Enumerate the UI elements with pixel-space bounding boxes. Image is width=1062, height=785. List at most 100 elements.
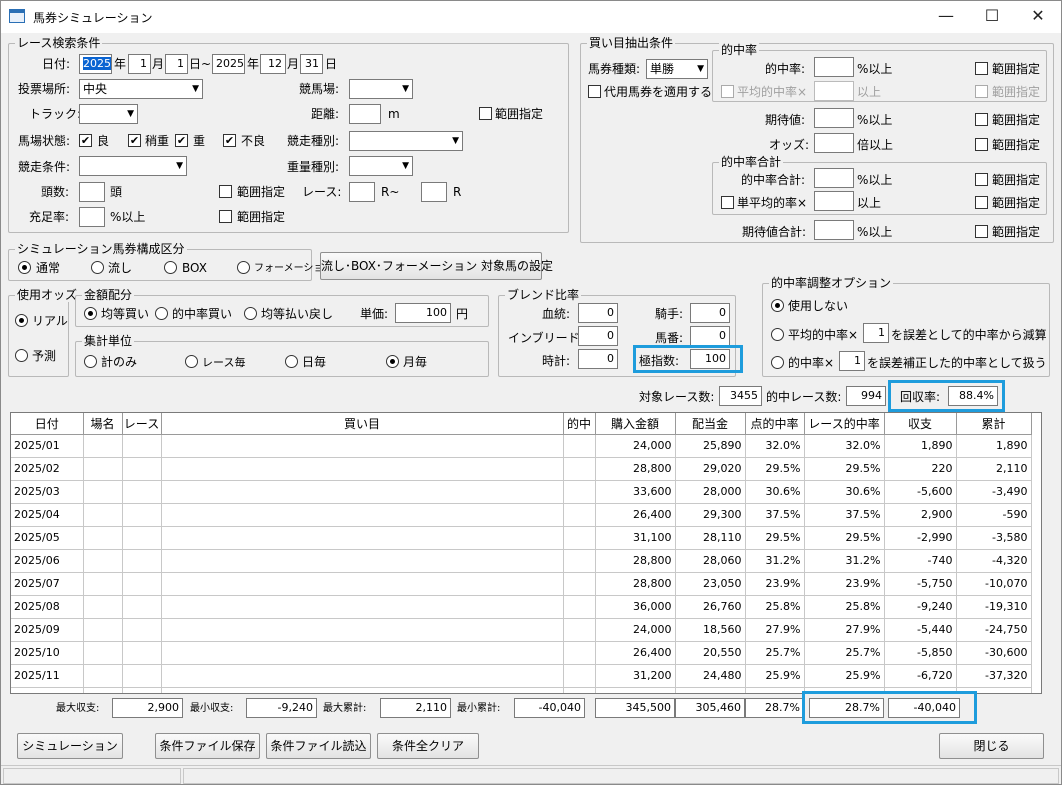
fill-rate-input[interactable] xyxy=(79,207,105,227)
odds-input[interactable] xyxy=(814,133,854,153)
expected-total-input[interactable] xyxy=(814,220,854,240)
cond-good-checkbox[interactable]: ✔ xyxy=(79,134,92,147)
cond-bad-checkbox[interactable]: ✔ xyxy=(223,134,236,147)
sim-normal-radio[interactable] xyxy=(18,261,31,274)
adjust-correct-radio[interactable] xyxy=(771,356,784,369)
column-header[interactable]: 点的中率 xyxy=(745,413,805,435)
bet-type-select[interactable]: 単勝 ▼ xyxy=(646,59,708,79)
adjust-subtract-radio[interactable] xyxy=(771,328,784,341)
substitute-checkbox[interactable] xyxy=(588,85,601,98)
venue-select[interactable]: 中央 ▼ xyxy=(79,79,203,99)
column-header[interactable]: 収支 xyxy=(884,413,957,435)
cond-heavy-checkbox[interactable]: ✔ xyxy=(175,134,188,147)
avg-hit-input[interactable] xyxy=(814,81,854,101)
column-header[interactable]: 買い目 xyxy=(161,413,564,435)
adjust-correct-input[interactable]: 1 xyxy=(839,351,865,371)
total-hit-input[interactable] xyxy=(814,168,854,188)
column-header[interactable]: 累計 xyxy=(956,413,1032,435)
table-row[interactable]: 2025/04 26,400 29,300 37.5% 37.5% 2,900 -590 xyxy=(11,503,1032,527)
avg-hit-range-checkbox[interactable] xyxy=(975,85,988,98)
sim-flow-radio[interactable] xyxy=(91,261,104,274)
hit-rate-buy-radio[interactable] xyxy=(155,307,168,320)
close-window-button[interactable]: ✕ xyxy=(1015,1,1061,33)
total-hit-range-checkbox[interactable] xyxy=(975,173,988,186)
avg-hit-checkbox[interactable] xyxy=(721,85,734,98)
jockey-input[interactable]: 0 xyxy=(690,303,730,323)
equal-buy-radio[interactable] xyxy=(84,307,97,320)
race-condition-select[interactable]: ▼ xyxy=(79,156,187,176)
equal-payout-radio[interactable] xyxy=(244,307,257,320)
table-row[interactable]: 2025/03 33,600 28,000 30.6% 30.6% -5,600 -3,49… xyxy=(11,480,1032,504)
agg-total-radio[interactable] xyxy=(84,355,97,368)
cond-slightly-heavy-checkbox[interactable]: ✔ xyxy=(128,134,141,147)
course-select[interactable]: ▼ xyxy=(349,79,413,99)
maximize-button[interactable]: ☐ xyxy=(969,1,1015,33)
column-header[interactable]: 的中 xyxy=(563,413,596,435)
heads-input[interactable] xyxy=(79,182,105,202)
weight-type-select[interactable]: ▼ xyxy=(349,156,413,176)
kyoku-index-input[interactable]: 100 xyxy=(690,349,730,369)
column-header[interactable]: 購入金額 xyxy=(595,413,676,435)
single-avg-checkbox[interactable] xyxy=(721,196,734,209)
column-header[interactable]: 日付 xyxy=(11,413,84,435)
agg-month-radio[interactable] xyxy=(386,355,399,368)
race-from-input[interactable] xyxy=(349,182,375,202)
sim-formation-radio[interactable] xyxy=(237,261,250,274)
column-header[interactable]: 場名 xyxy=(83,413,123,435)
month-to-input[interactable]: 12 xyxy=(260,54,286,74)
sim-box-radio[interactable] xyxy=(164,261,177,274)
expected-input[interactable] xyxy=(814,108,854,128)
unit-price-input[interactable]: 100 xyxy=(395,303,451,323)
year-to-input[interactable]: 2025 xyxy=(212,54,245,74)
horse-number-input[interactable]: 0 xyxy=(690,326,730,346)
table-row[interactable]: 2025/02 28,800 29,020 29.5% 29.5% 220 2,110 xyxy=(11,457,1032,481)
odds-range-checkbox[interactable] xyxy=(975,138,988,151)
results-table[interactable]: 日付 場名 レース 買い目 的中 購入金額 配当金 点的中率 レース的中率 収支 累計 2025/0… xyxy=(10,412,1042,694)
blood-input[interactable]: 0 xyxy=(578,303,618,323)
single-avg-input[interactable] xyxy=(814,191,854,211)
table-row[interactable]: 2025/11 31,200 24,480 25.9% 25.9% -6,720 -37,3… xyxy=(11,664,1032,688)
table-row[interactable]: 2025/07 28,800 23,050 23.9% 23.9% -5,750 -10,0… xyxy=(11,572,1032,596)
month-from-input[interactable]: 1 xyxy=(128,54,151,74)
table-row[interactable]: 2025/1226,40023,68026.5%26.5%-2,720-40,0… xyxy=(11,687,1032,693)
year-from-input[interactable]: 2025 xyxy=(79,54,112,74)
hit-rate-input[interactable] xyxy=(814,57,854,77)
agg-race-radio[interactable] xyxy=(185,355,198,368)
distance-range-checkbox[interactable] xyxy=(479,107,492,120)
table-row[interactable]: 2025/06 28,800 28,060 31.2% 31.2% -740 -4,320 xyxy=(11,549,1032,573)
adjust-subtract-input[interactable]: 1 xyxy=(863,323,889,343)
table-row[interactable]: 2025/01 24,000 25,890 32.0% 32.0% 1,890 1,890 xyxy=(11,434,1032,458)
clear-conditions-button[interactable]: 条件全クリア xyxy=(377,733,479,759)
agg-day-radio[interactable] xyxy=(285,355,298,368)
table-row[interactable]: 2025/08 36,000 26,760 25.8% 25.8% -9,240 -19,3… xyxy=(11,595,1032,619)
expected-total-range-checkbox[interactable] xyxy=(975,225,988,238)
column-header[interactable]: 配当金 xyxy=(675,413,746,435)
race-to-input[interactable] xyxy=(421,182,447,202)
save-conditions-button[interactable]: 条件ファイル保存 xyxy=(155,733,260,759)
column-header[interactable]: レース xyxy=(122,413,162,435)
day-to-input[interactable]: 31 xyxy=(300,54,323,74)
day-from-input[interactable]: 1 xyxy=(165,54,188,74)
load-conditions-button[interactable]: 条件ファイル読込 xyxy=(266,733,371,759)
setup-targets-button[interactable]: 流し･BOX･フォーメーション 対象馬の設定 xyxy=(320,252,553,280)
time-input[interactable]: 0 xyxy=(578,349,618,369)
odds-forecast-radio[interactable] xyxy=(15,349,28,362)
race-type-select[interactable]: ▼ xyxy=(349,131,463,151)
simulate-button[interactable]: シミュレーション xyxy=(17,733,123,759)
minimize-button[interactable]: — xyxy=(923,1,969,33)
hit-rate-range-checkbox[interactable] xyxy=(975,62,988,75)
single-avg-range-checkbox[interactable] xyxy=(975,196,988,209)
odds-real-radio[interactable] xyxy=(15,314,28,327)
table-row[interactable]: 2025/09 24,000 18,560 27.9% 27.9% -5,440 -24,7… xyxy=(11,618,1032,642)
table-row[interactable]: 2025/05 31,100 28,110 29.5% 29.5% -2,990 -3,58… xyxy=(11,526,1032,550)
expected-range-checkbox[interactable] xyxy=(975,113,988,126)
column-header[interactable]: レース的中率 xyxy=(804,413,885,435)
fill-range-checkbox[interactable] xyxy=(219,210,232,223)
adjust-none-radio[interactable] xyxy=(771,299,784,312)
inbreed-input[interactable]: 0 xyxy=(578,326,618,346)
heads-range-checkbox[interactable] xyxy=(219,185,232,198)
close-button[interactable]: 閉じる xyxy=(939,733,1044,759)
distance-input[interactable] xyxy=(349,104,381,124)
table-row[interactable]: 2025/10 26,400 20,550 25.7% 25.7% -5,850 -30,6… xyxy=(11,641,1032,665)
track-select[interactable]: ▼ xyxy=(79,104,138,124)
